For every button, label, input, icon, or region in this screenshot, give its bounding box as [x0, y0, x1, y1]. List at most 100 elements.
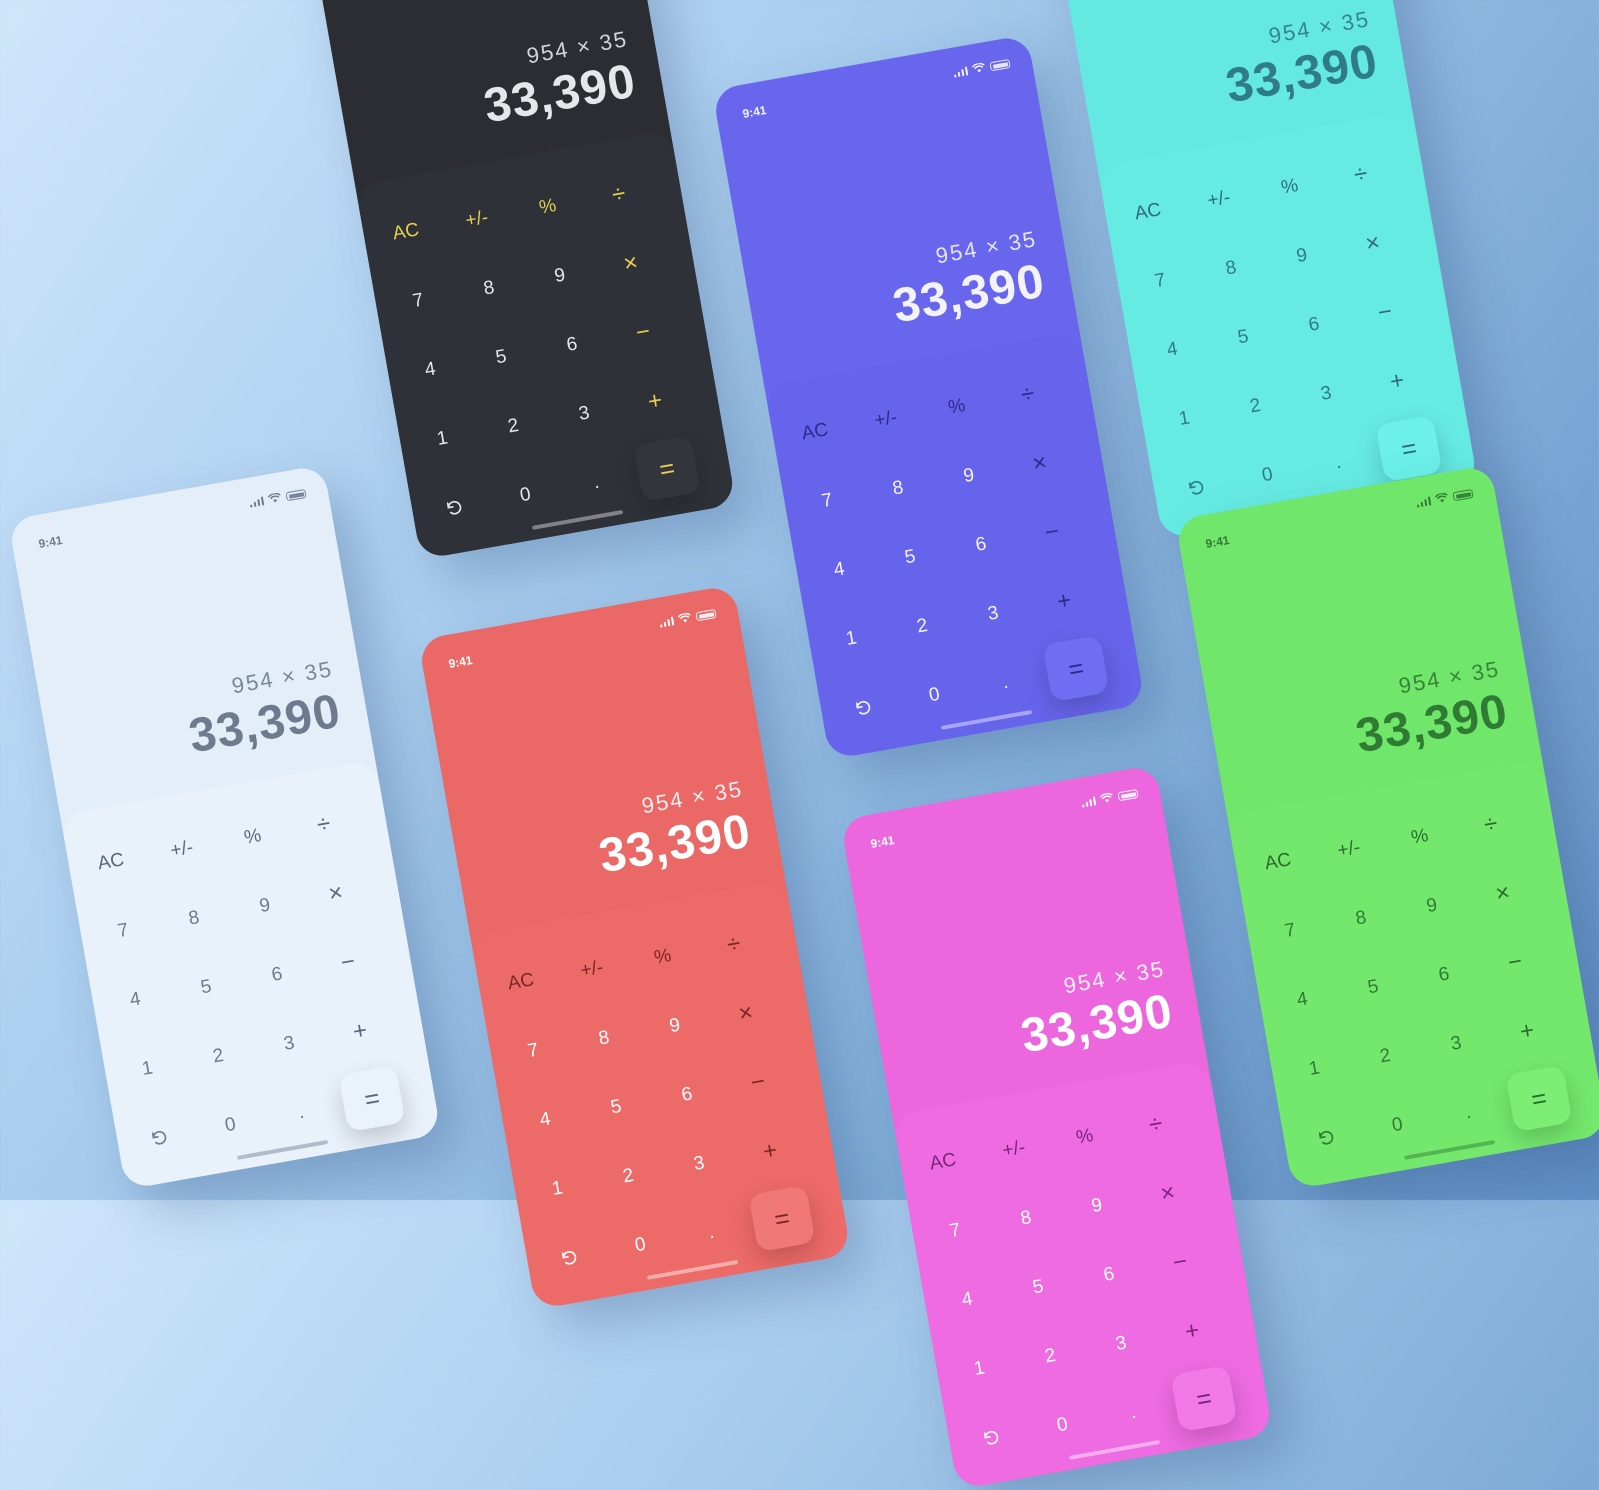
- equals-button[interactable]: =: [1375, 414, 1443, 483]
- key-row1-0[interactable]: AC: [783, 403, 847, 462]
- key-row1-1[interactable]: +/-: [982, 1120, 1046, 1179]
- key-row3-0[interactable]: 4: [807, 541, 871, 600]
- key-0[interactable]: 0: [903, 666, 967, 725]
- key-row4-3[interactable]: +: [1160, 1302, 1224, 1361]
- key-decimal[interactable]: .: [1437, 1084, 1501, 1143]
- key-row4-1[interactable]: 2: [481, 397, 545, 456]
- key-0[interactable]: 0: [1031, 1396, 1095, 1455]
- key-row4-0[interactable]: 1: [1283, 1040, 1347, 1099]
- key-row4-2[interactable]: 3: [1089, 1315, 1153, 1374]
- key-row3-3[interactable]: −: [1353, 283, 1417, 342]
- equals-button[interactable]: =: [1042, 634, 1110, 703]
- key-row1-0[interactable]: AC: [489, 953, 553, 1012]
- key-row2-0[interactable]: 7: [1128, 252, 1192, 311]
- key-row3-2[interactable]: 6: [1412, 946, 1476, 1005]
- key-row2-2[interactable]: 9: [1065, 1177, 1129, 1236]
- key-decimal[interactable]: .: [270, 1084, 334, 1143]
- key-row3-2[interactable]: 6: [245, 946, 309, 1005]
- key-0[interactable]: 0: [199, 1096, 263, 1155]
- key-row3-0[interactable]: 4: [398, 341, 462, 400]
- key-row4-3[interactable]: +: [738, 1122, 802, 1181]
- equals-button[interactable]: =: [338, 1064, 406, 1133]
- key-row2-1[interactable]: 8: [994, 1189, 1058, 1248]
- key-row3-0[interactable]: 4: [1270, 971, 1334, 1030]
- key-row3-2[interactable]: 6: [949, 516, 1013, 575]
- key-row3-0[interactable]: 4: [935, 1271, 999, 1330]
- key-row4-2[interactable]: 3: [667, 1135, 731, 1194]
- equals-button[interactable]: =: [748, 1184, 816, 1253]
- key-row2-0[interactable]: 7: [386, 272, 450, 331]
- key-row2-0[interactable]: 7: [501, 1022, 565, 1081]
- key-row3-2[interactable]: 6: [655, 1066, 719, 1125]
- key-row2-3[interactable]: ×: [304, 864, 368, 923]
- key-row3-3[interactable]: −: [1020, 503, 1084, 562]
- undo-button[interactable]: [1165, 459, 1229, 518]
- key-row1-1[interactable]: +/-: [854, 390, 918, 449]
- key-row4-0[interactable]: 1: [411, 410, 475, 469]
- key-decimal[interactable]: .: [974, 654, 1038, 713]
- key-row4-1[interactable]: 2: [1223, 377, 1287, 436]
- key-row1-1[interactable]: +/-: [1187, 170, 1251, 229]
- key-row4-3[interactable]: +: [1495, 1002, 1559, 1061]
- key-row1-0[interactable]: AC: [911, 1133, 975, 1192]
- key-row2-3[interactable]: ×: [714, 984, 778, 1043]
- equals-button[interactable]: =: [1170, 1364, 1238, 1433]
- key-row1-3[interactable]: ÷: [1329, 145, 1393, 204]
- key-row3-3[interactable]: −: [611, 303, 675, 362]
- key-row2-1[interactable]: 8: [1329, 889, 1393, 948]
- key-row2-3[interactable]: ×: [1136, 1164, 1200, 1223]
- undo-button[interactable]: [1295, 1109, 1359, 1168]
- key-decimal[interactable]: .: [1307, 434, 1371, 493]
- key-row3-2[interactable]: 6: [1282, 296, 1346, 355]
- key-row3-3[interactable]: −: [316, 933, 380, 992]
- key-row1-0[interactable]: AC: [79, 833, 143, 892]
- key-row4-2[interactable]: 3: [257, 1015, 321, 1074]
- key-row3-3[interactable]: −: [726, 1053, 790, 1112]
- key-row3-3[interactable]: −: [1483, 933, 1547, 992]
- key-row1-3[interactable]: ÷: [587, 165, 651, 224]
- key-row2-2[interactable]: 9: [937, 447, 1001, 506]
- key-row4-1[interactable]: 2: [1018, 1327, 1082, 1386]
- key-row3-1[interactable]: 5: [1006, 1258, 1070, 1317]
- key-row1-2[interactable]: %: [1258, 158, 1322, 217]
- key-row4-0[interactable]: 1: [1153, 390, 1217, 449]
- key-0[interactable]: 0: [1236, 446, 1300, 505]
- key-row3-3[interactable]: −: [1148, 1233, 1212, 1292]
- key-row1-2[interactable]: %: [925, 378, 989, 437]
- key-row3-0[interactable]: 4: [1140, 321, 1204, 380]
- key-row1-2[interactable]: %: [631, 928, 695, 987]
- key-row3-1[interactable]: 5: [1211, 308, 1275, 367]
- undo-button[interactable]: [423, 479, 487, 538]
- key-row2-1[interactable]: 8: [457, 259, 521, 318]
- undo-button[interactable]: [128, 1109, 192, 1168]
- key-row2-3[interactable]: ×: [599, 234, 663, 293]
- key-row1-3[interactable]: ÷: [1459, 795, 1523, 854]
- key-row4-1[interactable]: 2: [1353, 1027, 1417, 1086]
- key-row2-1[interactable]: 8: [572, 1009, 636, 1068]
- equals-button[interactable]: =: [633, 434, 701, 503]
- key-row4-3[interactable]: +: [1032, 572, 1096, 631]
- key-row1-0[interactable]: AC: [1246, 833, 1310, 892]
- key-decimal[interactable]: .: [1102, 1384, 1166, 1443]
- key-row4-1[interactable]: 2: [596, 1147, 660, 1206]
- key-row2-1[interactable]: 8: [1199, 239, 1263, 298]
- key-row2-3[interactable]: ×: [1471, 864, 1535, 923]
- key-row4-2[interactable]: 3: [552, 385, 616, 444]
- key-row4-3[interactable]: +: [328, 1002, 392, 1061]
- key-row2-2[interactable]: 9: [1400, 877, 1464, 936]
- key-row2-2[interactable]: 9: [528, 247, 592, 306]
- key-row1-3[interactable]: ÷: [1124, 1095, 1188, 1154]
- undo-button[interactable]: [832, 679, 896, 738]
- key-0[interactable]: 0: [494, 466, 558, 525]
- key-row4-0[interactable]: 1: [116, 1040, 180, 1099]
- key-row3-1[interactable]: 5: [878, 528, 942, 587]
- key-row1-0[interactable]: AC: [374, 203, 438, 262]
- key-row3-1[interactable]: 5: [1341, 958, 1405, 1017]
- key-row2-0[interactable]: 7: [1258, 902, 1322, 961]
- key-row1-1[interactable]: +/-: [445, 190, 509, 249]
- key-row1-3[interactable]: ÷: [996, 365, 1060, 424]
- key-row4-0[interactable]: 1: [820, 610, 884, 669]
- key-row3-1[interactable]: 5: [469, 328, 533, 387]
- key-row4-1[interactable]: 2: [890, 597, 954, 656]
- key-row3-1[interactable]: 5: [584, 1078, 648, 1137]
